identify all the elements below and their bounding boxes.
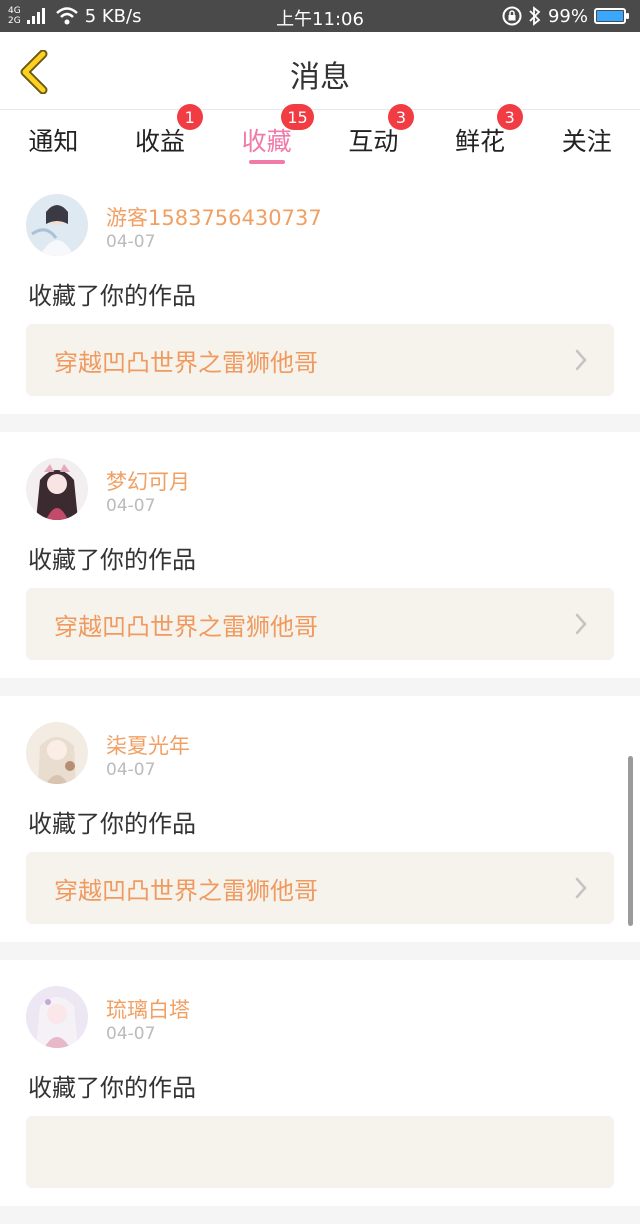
avatar[interactable]	[26, 194, 88, 256]
work-title: 穿越凹凸世界之雷狮他哥	[54, 612, 318, 641]
message-card: 梦幻可月 04-07 收藏了你的作品 穿越凹凸世界之雷狮他哥	[0, 432, 640, 678]
message-card: 游客1583756430737 04-07 收藏了你的作品 穿越凹凸世界之雷狮他…	[0, 168, 640, 414]
avatar[interactable]	[26, 986, 88, 1048]
scrollbar[interactable]	[628, 756, 633, 926]
status-bar: 4G 2G 5 KB/s 上午11:06 99%	[0, 0, 640, 32]
work-link[interactable]: 穿越凹凸世界之雷狮他哥	[26, 588, 614, 660]
message-date: 04-07	[106, 760, 156, 780]
battery-percent: 99%	[547, 5, 588, 27]
work-link[interactable]: 穿越凹凸世界之雷狮他哥	[26, 324, 614, 396]
username[interactable]: 游客1583756430737	[106, 202, 322, 232]
work-title: 穿越凹凸世界之雷狮他哥	[54, 348, 318, 377]
tab-notifications[interactable]: 通知	[0, 110, 107, 168]
message-card: 柒夏光年 04-07 收藏了你的作品 穿越凹凸世界之雷狮他哥	[0, 696, 640, 942]
username[interactable]: 梦幻可月	[106, 466, 190, 496]
tab-interactions[interactable]: 互动 3	[320, 104, 427, 168]
tab-follows[interactable]: 关注	[533, 110, 640, 168]
network-speed: 5 KB/s	[84, 5, 142, 27]
network-type: 4G 2G	[8, 6, 21, 26]
unread-badge: 1	[176, 104, 203, 130]
avatar[interactable]	[26, 722, 88, 784]
message-text: 收藏了你的作品	[28, 810, 196, 838]
bluetooth-icon	[529, 6, 541, 26]
message-text: 收藏了你的作品	[28, 1074, 196, 1102]
chevron-right-icon	[575, 877, 587, 899]
chevron-right-icon	[575, 613, 587, 635]
message-list: 游客1583756430737 04-07 收藏了你的作品 穿越凹凸世界之雷狮他…	[0, 168, 640, 1224]
avatar[interactable]	[26, 458, 88, 520]
message-date: 04-07	[106, 232, 156, 252]
username[interactable]: 琉璃白塔	[106, 994, 190, 1024]
tab-label: 通知	[28, 127, 79, 156]
tab-earnings[interactable]: 收益 1	[107, 104, 214, 168]
page-title: 消息	[290, 60, 350, 95]
work-title: 穿越凹凸世界之雷狮他哥	[54, 876, 318, 905]
message-text: 收藏了你的作品	[28, 282, 196, 310]
rotation-lock-icon	[502, 6, 522, 26]
tab-label: 收益	[135, 127, 186, 156]
unread-badge: 3	[388, 104, 415, 130]
chevron-right-icon	[575, 349, 587, 371]
tab-label: 鲜花	[455, 127, 506, 156]
message-date: 04-07	[106, 1024, 156, 1044]
unread-badge: 3	[496, 104, 523, 130]
message-text: 收藏了你的作品	[28, 546, 196, 574]
work-link[interactable]: 穿越凹凸世界之雷狮他哥	[26, 852, 614, 924]
battery-icon	[594, 8, 629, 24]
tab-label: 互动	[348, 127, 399, 156]
tab-bar: 通知 收益 1 收藏 15 互动 3 鲜花 3 关注	[0, 104, 640, 168]
unread-badge: 15	[281, 104, 314, 130]
work-link[interactable]	[26, 1116, 614, 1188]
message-date: 04-07	[106, 496, 156, 516]
app-header: 消息	[0, 32, 640, 110]
tab-favorites[interactable]: 收藏 15	[213, 104, 320, 168]
tab-flowers[interactable]: 鲜花 3	[427, 104, 534, 168]
username[interactable]: 柒夏光年	[106, 730, 190, 760]
message-card: 琉璃白塔 04-07 收藏了你的作品	[0, 960, 640, 1206]
active-tab-indicator	[248, 160, 285, 164]
tab-label: 关注	[561, 127, 612, 156]
wifi-icon	[55, 7, 78, 25]
signal-icon	[26, 8, 45, 24]
